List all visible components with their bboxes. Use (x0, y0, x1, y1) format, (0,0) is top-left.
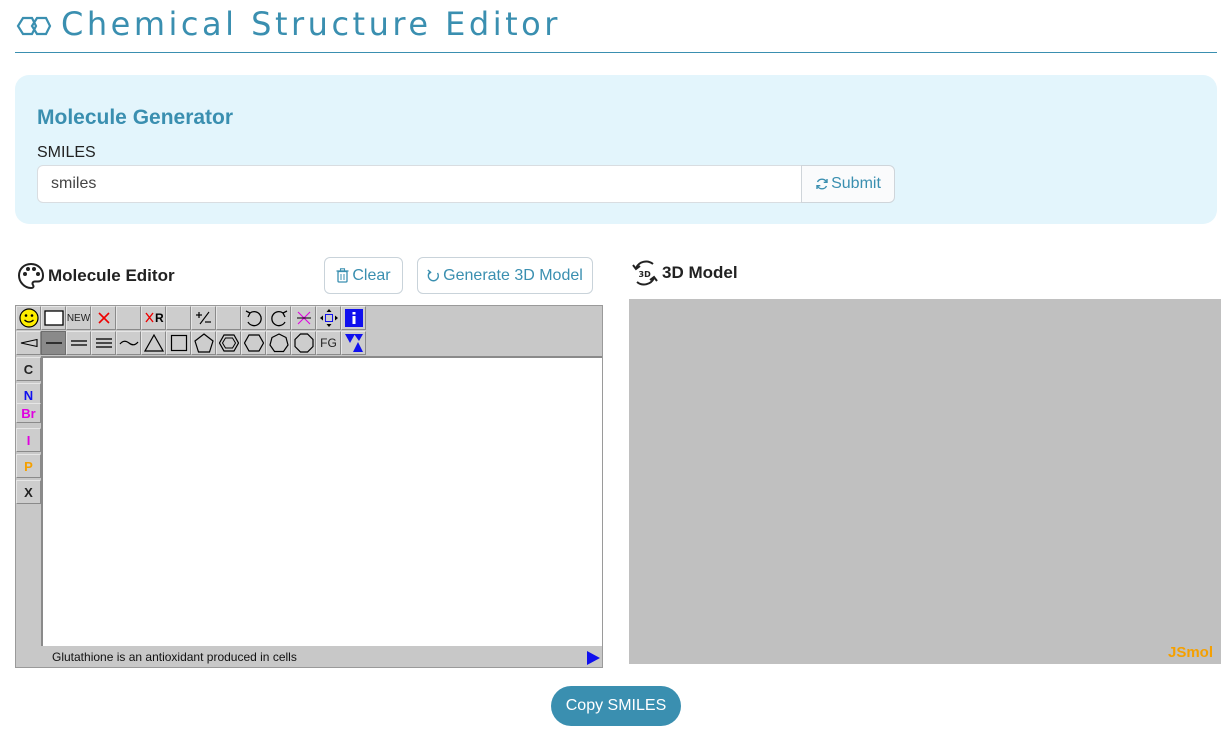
trash-icon (336, 268, 349, 283)
blue-info-icon (344, 309, 363, 327)
generate-3d-model-label: Generate 3D Model (443, 266, 583, 284)
page-header: Chemical Structure Editor (15, 0, 1217, 53)
white-rectangle-icon (43, 310, 64, 326)
undo-arrow-icon (245, 310, 262, 327)
template-triangles-icon[interactable] (341, 331, 366, 355)
atom-label-C: C (23, 361, 34, 377)
palette-icon (17, 262, 45, 290)
3d-model-heading: 3D 3D Model (631, 259, 738, 287)
jsme-molecule-editor[interactable]: NEW R FG C N Br I P X Glutathione is an … (15, 305, 603, 668)
info-icon[interactable] (341, 306, 366, 330)
empty-tool[interactable] (216, 306, 241, 330)
ring-7-icon[interactable] (266, 331, 291, 355)
empty-tool[interactable] (166, 306, 191, 330)
double-bond-line-icon (70, 340, 87, 346)
atom-label-X: X (24, 484, 33, 500)
ring-3-icon[interactable] (141, 331, 166, 355)
flip-icon[interactable] (291, 306, 316, 330)
pentagon-ring-icon (193, 333, 214, 353)
refresh-icon (816, 178, 828, 190)
single-bond-line-icon (45, 342, 62, 344)
triple-bond-line-icon (95, 338, 112, 348)
3d-model-title: 3D Model (662, 263, 738, 282)
copy-smiles-button[interactable]: Copy SMILES (551, 686, 681, 726)
refresh-icon (427, 268, 440, 281)
square-ring-icon (170, 334, 187, 352)
molecule-editor-heading: Molecule Editor (17, 262, 175, 290)
functional-group-button[interactable]: FG (316, 331, 341, 355)
jsmol-3d-viewer[interactable]: JSmol (629, 299, 1221, 664)
empty-tool[interactable] (116, 306, 141, 330)
clear-button[interactable]: Clear (324, 257, 403, 294)
play-arrow-icon[interactable] (587, 651, 600, 665)
benzene-rings-icon (16, 16, 52, 36)
double-bond-icon[interactable] (66, 331, 91, 355)
molecule-editor-title: Molecule Editor (48, 266, 175, 285)
atom-button-C[interactable]: C (16, 357, 41, 381)
delete-r-group-button[interactable]: R (141, 306, 166, 330)
page-title: Chemical Structure Editor (61, 5, 561, 43)
atom-button-X[interactable]: X (16, 480, 41, 504)
heptagon-ring-icon (268, 333, 289, 353)
chain-wave-icon (119, 340, 138, 346)
r-label: R (155, 311, 164, 325)
triple-bond-icon[interactable] (91, 331, 116, 355)
move-arrows-icon (319, 309, 338, 327)
single-bond-icon[interactable] (41, 331, 66, 355)
ring-6-icon[interactable] (241, 331, 266, 355)
plus-minus-charge-icon (195, 311, 211, 325)
ring-4-icon[interactable] (166, 331, 191, 355)
atom-button-I[interactable]: I (16, 428, 41, 452)
new-button[interactable]: NEW (66, 306, 91, 330)
delete-icon[interactable] (91, 306, 116, 330)
generator-title: Molecule Generator (37, 106, 234, 129)
smiles-input[interactable] (37, 165, 802, 203)
wedge-bond-icon[interactable] (16, 331, 41, 355)
ring-5-icon[interactable] (191, 331, 216, 355)
rotate-3d-icon: 3D (632, 260, 658, 286)
hexagon-ring-icon (243, 334, 264, 352)
red-x-icon (97, 312, 110, 324)
atom-label-Br: Br (21, 405, 36, 421)
ring-8-icon[interactable] (291, 331, 316, 355)
drawing-canvas[interactable] (41, 356, 602, 646)
redo-icon[interactable] (266, 306, 291, 330)
move-icon[interactable] (316, 306, 341, 330)
smiley-icon[interactable] (16, 306, 41, 330)
rectangle-select-icon[interactable] (41, 306, 66, 330)
blue-triangles-icon (344, 334, 363, 352)
atom-label-N: N (23, 387, 34, 403)
status-message: Glutathione is an antioxidant produced i… (52, 650, 297, 664)
flip-arrows-icon (296, 311, 311, 325)
submit-label: Submit (831, 175, 881, 192)
atom-label-I: I (26, 432, 31, 448)
octagon-ring-icon (293, 333, 314, 353)
aromatic-hexagon-icon (218, 334, 239, 352)
smiles-label: SMILES (37, 144, 96, 161)
atom-button-Br[interactable]: Br (16, 403, 41, 423)
atom-button-P[interactable]: P (16, 454, 41, 478)
submit-button[interactable]: Submit (801, 165, 895, 203)
charge-icon[interactable] (191, 306, 216, 330)
redo-arrow-icon (270, 310, 287, 327)
undo-icon[interactable] (241, 306, 266, 330)
smiley-face-icon (18, 308, 39, 328)
jsmol-watermark: JSmol (1167, 644, 1213, 661)
generate-3d-model-button[interactable]: Generate 3D Model (417, 257, 593, 294)
clear-label: Clear (352, 266, 391, 284)
atom-label-P: P (24, 458, 33, 474)
wedge-icon (20, 338, 38, 348)
molecule-generator-panel: Molecule Generator SMILES Submit (15, 75, 1217, 224)
triangle-ring-icon (143, 334, 164, 352)
benzene-ring-icon[interactable] (216, 331, 241, 355)
svg-text:3D: 3D (639, 270, 652, 279)
chain-icon[interactable] (116, 331, 141, 355)
